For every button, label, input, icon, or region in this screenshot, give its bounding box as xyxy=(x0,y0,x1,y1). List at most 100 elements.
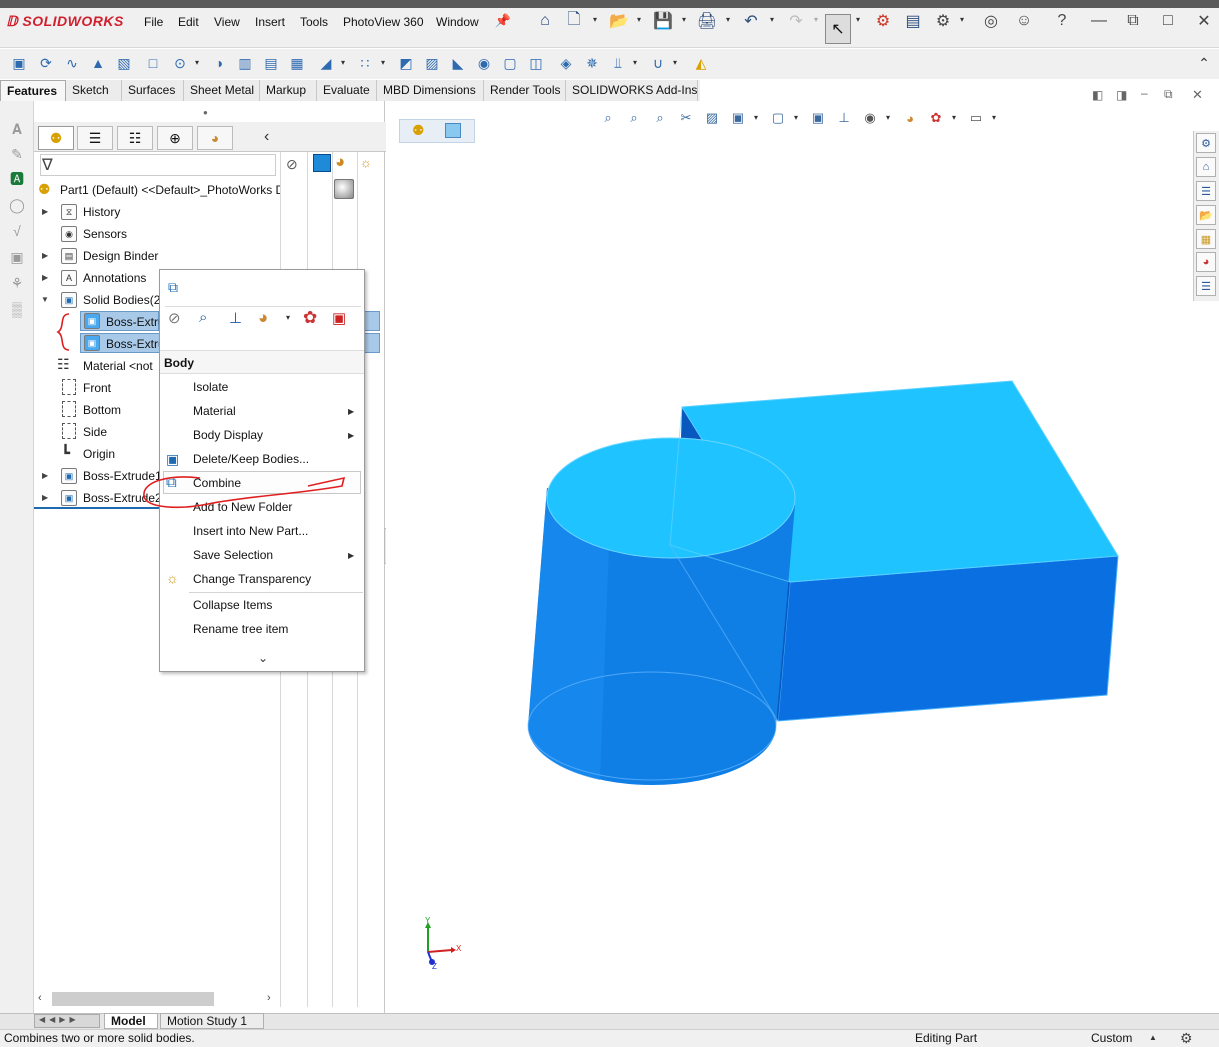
copy-appearance-icon[interactable]: ▣ xyxy=(332,309,346,327)
open-icon[interactable]: 📂 xyxy=(608,10,630,32)
display-manager-tab-icon[interactable]: ◕ xyxy=(197,126,233,150)
chevron-down-icon[interactable]: ▾ xyxy=(856,15,860,24)
surface-finish-icon[interactable]: √ xyxy=(8,222,26,240)
units-up-arrow-icon[interactable]: ▲ xyxy=(1149,1033,1157,1042)
rebuild-icon[interactable]: ⚙ xyxy=(872,10,894,32)
revolved-boss-icon[interactable]: ⟳ xyxy=(35,52,57,74)
datum-icon[interactable]: ▣ xyxy=(8,248,26,266)
chevron-down-icon[interactable]: ▾ xyxy=(195,58,199,67)
menu-item-collapse-items[interactable]: Collapse Items xyxy=(193,598,272,612)
tree-filter-input[interactable] xyxy=(40,154,276,176)
chevron-down-icon[interactable]: ▾ xyxy=(381,58,385,67)
menu-item-rename[interactable]: Rename tree item xyxy=(193,622,288,636)
redo-icon[interactable]: ↷ xyxy=(785,10,807,32)
revolved-cut-icon[interactable]: ◑ xyxy=(208,52,230,74)
chevron-down-icon[interactable]: ▾ xyxy=(814,15,818,24)
print-icon[interactable]: 🖨 xyxy=(696,10,718,32)
menu-file[interactable]: File xyxy=(144,15,163,29)
tab-markup[interactable]: Markup xyxy=(260,80,317,101)
tab-motion-study-1[interactable]: Motion Study 1 xyxy=(160,1013,264,1029)
tab-sheet-metal[interactable]: Sheet Metal xyxy=(184,80,260,101)
chevron-down-icon[interactable]: ▾ xyxy=(593,15,597,24)
chevron-down-icon[interactable]: ▾ xyxy=(673,58,677,67)
solidworks-logo[interactable]: 𝔻 SOLIDWORKS xyxy=(6,13,124,30)
tree-item-front-plane[interactable]: Front xyxy=(83,381,111,395)
tree-item-side-plane[interactable]: Side xyxy=(83,425,107,439)
configuration-manager-tab-icon[interactable]: ☷ xyxy=(117,126,153,150)
curves-dropdown-icon[interactable]: ∪ xyxy=(647,52,669,74)
maximize-icon[interactable]: □ xyxy=(1157,10,1179,32)
pin-icon[interactable]: 📌 xyxy=(492,10,514,32)
hide-show-column-icon[interactable]: ⊘ xyxy=(286,156,298,173)
scroll-left-icon[interactable]: ‹ xyxy=(38,992,42,1004)
units-selector[interactable]: Custom xyxy=(1091,1031,1132,1045)
model-viewport[interactable] xyxy=(386,101,1219,1013)
collapse-ribbon-icon[interactable]: ⌃ xyxy=(1193,52,1215,74)
tree-item-bottom-plane[interactable]: Bottom xyxy=(83,403,121,417)
expand-arrow-icon[interactable]: ▶ xyxy=(42,273,48,282)
instant3d-icon[interactable]: ⫫ xyxy=(607,52,629,74)
scroll-right-icon[interactable]: › xyxy=(267,992,271,1004)
tree-item-sensors[interactable]: Sensors xyxy=(83,227,127,241)
tab-model[interactable]: Model xyxy=(104,1013,158,1029)
quick-tips-icon[interactable]: ⚙ xyxy=(1180,1030,1193,1047)
appearance-icon[interactable]: ◕ xyxy=(258,308,268,328)
smart-dimension-icon[interactable]: 𝐀 xyxy=(8,120,26,138)
hatch-icon[interactable]: ▒ xyxy=(8,300,26,318)
tab-render-tools[interactable]: Render Tools xyxy=(484,80,566,101)
menu-item-material[interactable]: Material xyxy=(193,404,236,418)
chevron-down-icon[interactable]: ▾ xyxy=(770,15,774,24)
shell-icon[interactable]: ▢ xyxy=(499,52,521,74)
normal-to-icon[interactable]: ⊥ xyxy=(229,309,242,327)
lofted-boss-icon[interactable]: ▲ xyxy=(87,52,109,74)
new-document-icon[interactable]: 🗋 xyxy=(563,10,585,32)
intersect-icon[interactable]: ◉ xyxy=(473,52,495,74)
rib-icon[interactable]: ◩ xyxy=(395,52,417,74)
user-account-icon[interactable]: ☺ xyxy=(1013,10,1035,32)
zoom-to-selection-icon[interactable]: ⌕ xyxy=(199,309,207,326)
annotation-active-icon[interactable]: 🅰 xyxy=(8,170,26,188)
linear-pattern-icon[interactable]: ∷ xyxy=(354,52,376,74)
menu-photoview[interactable]: PhotoView 360 xyxy=(343,15,424,29)
tree-root-part[interactable]: Part1 (Default) <<Default>_PhotoWorks D xyxy=(60,183,280,197)
swept-cut-icon[interactable]: ▥ xyxy=(234,52,256,74)
save-icon[interactable]: 💾 xyxy=(652,10,674,32)
chevron-down-icon[interactable]: ▾ xyxy=(633,58,637,67)
dimxpert-tab-icon[interactable]: ⊕ xyxy=(157,126,193,150)
menu-item-insert-new-part[interactable]: Insert into New Part... xyxy=(193,524,308,538)
default-appearance-swatch[interactable] xyxy=(334,179,354,199)
select-other-icon[interactable]: ⧉ xyxy=(168,279,178,296)
chevron-down-icon[interactable]: ▾ xyxy=(682,15,686,24)
boundary-boss-icon[interactable]: ▧ xyxy=(113,52,135,74)
tab-surfaces[interactable]: Surfaces xyxy=(122,80,184,101)
expand-menu-chevron-icon[interactable]: ⌄ xyxy=(258,651,268,665)
swept-boss-icon[interactable]: ∿ xyxy=(61,52,83,74)
tree-item-origin[interactable]: Origin xyxy=(83,447,115,461)
mirror-icon[interactable]: ◫ xyxy=(525,52,547,74)
tab-solidworks-addins[interactable]: SOLIDWORKS Add-Ins xyxy=(566,80,698,101)
curves-icon[interactable]: ✵ xyxy=(581,52,603,74)
options-gear-icon[interactable]: ⚙ xyxy=(932,10,954,32)
chevron-down-icon[interactable]: ▾ xyxy=(286,313,290,322)
menu-item-body-display[interactable]: Body Display xyxy=(193,428,263,442)
chevron-down-icon[interactable]: ▾ xyxy=(341,58,345,67)
menu-window[interactable]: Window xyxy=(436,15,479,29)
property-manager-tab-icon[interactable]: ☰ xyxy=(77,126,113,150)
expand-arrow-icon[interactable]: ▶ xyxy=(42,471,48,480)
undo-icon[interactable]: ↶ xyxy=(740,10,762,32)
search-commands-icon[interactable]: ◎ xyxy=(980,10,1002,32)
tab-navigation-arrows[interactable]: ◀◀▶▶ xyxy=(34,1014,100,1028)
panel-splitter-dot[interactable]: ● xyxy=(203,108,208,117)
feature-tree-tab-icon[interactable]: ⚉ xyxy=(38,126,74,150)
menu-edit[interactable]: Edit xyxy=(178,15,199,29)
collapse-arrow-icon[interactable]: ▼ xyxy=(41,295,49,304)
tile-left-icon[interactable]: ◧ xyxy=(1092,88,1103,102)
menu-tools[interactable]: Tools xyxy=(300,15,328,29)
reference-geometry-icon[interactable]: ◈ xyxy=(555,52,577,74)
tree-item-boss-extrude1-body[interactable]: Boss-Extru xyxy=(106,315,165,329)
home-icon[interactable]: ⌂ xyxy=(534,10,556,32)
note-icon[interactable]: ✎ xyxy=(8,145,26,163)
wrap-icon[interactable]: ▨ xyxy=(421,52,443,74)
tab-mbd-dimensions[interactable]: MBD Dimensions xyxy=(377,80,484,101)
chevron-down-icon[interactable]: ▾ xyxy=(960,15,964,24)
